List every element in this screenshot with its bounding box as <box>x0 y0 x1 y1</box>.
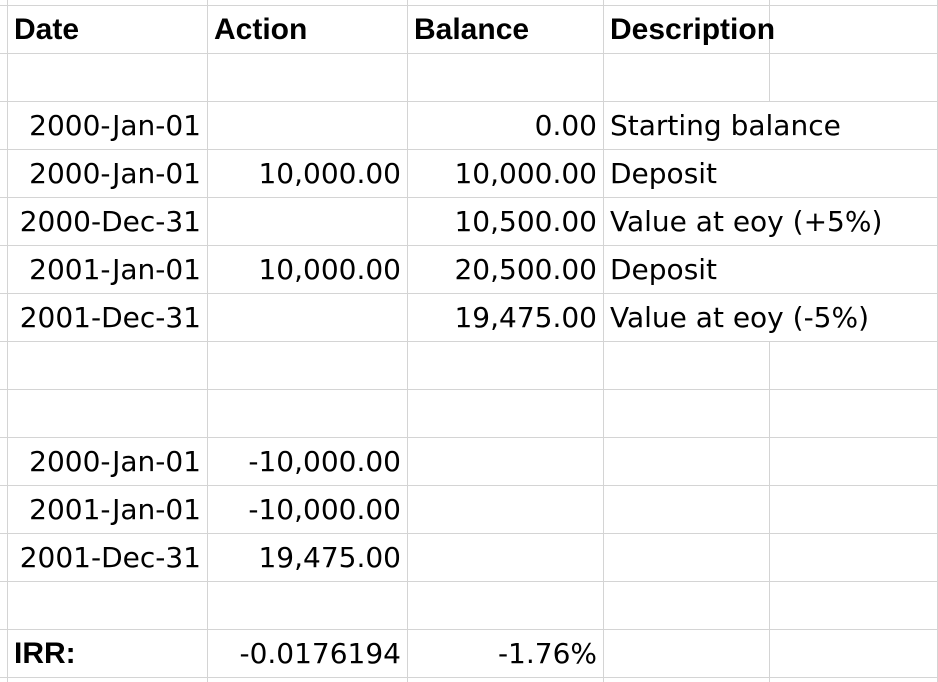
cell[interactable] <box>8 678 208 682</box>
cell[interactable] <box>208 342 408 390</box>
cell[interactable] <box>770 390 938 438</box>
header-balance[interactable]: Balance <box>408 6 604 54</box>
date-cell[interactable]: 2001-Dec-31 <box>8 294 208 342</box>
header-description[interactable]: Description <box>604 6 775 54</box>
cell[interactable] <box>8 342 208 390</box>
description-cell[interactable]: Starting balance <box>604 102 938 150</box>
description-cell[interactable]: Deposit <box>604 150 938 198</box>
irr-percent-cell[interactable]: -1.76% <box>408 630 604 678</box>
date-cell[interactable]: 2000-Jan-01 <box>8 150 208 198</box>
row-gutter <box>0 486 8 534</box>
cell[interactable] <box>8 582 208 630</box>
date-cell[interactable]: 2000-Dec-31 <box>8 198 208 246</box>
action-cell[interactable] <box>208 102 408 150</box>
date-cell[interactable]: 2001-Jan-01 <box>8 246 208 294</box>
cell[interactable] <box>604 54 770 102</box>
cell[interactable] <box>604 678 770 682</box>
cashflow-date-cell[interactable]: 2000-Jan-01 <box>8 438 208 486</box>
balance-cell[interactable]: 19,475.00 <box>408 294 604 342</box>
row-gutter <box>0 102 8 150</box>
cashflow-date-cell[interactable]: 2001-Dec-31 <box>8 534 208 582</box>
cell[interactable] <box>770 534 938 582</box>
cell[interactable] <box>208 54 408 102</box>
row-gutter <box>0 630 8 678</box>
cell-grid: Date Action Balance Description 2000-Jan… <box>0 0 938 682</box>
action-cell[interactable]: 10,000.00 <box>208 150 408 198</box>
cell[interactable] <box>408 678 604 682</box>
cell[interactable] <box>770 486 938 534</box>
cashflow-amount-cell[interactable]: 19,475.00 <box>208 534 408 582</box>
header-date[interactable]: Date <box>8 6 208 54</box>
cashflow-amount-cell[interactable]: -10,000.00 <box>208 486 408 534</box>
balance-cell[interactable]: 10,500.00 <box>408 198 604 246</box>
cell[interactable] <box>408 390 604 438</box>
cell[interactable] <box>770 630 938 678</box>
date-cell[interactable]: 2000-Jan-01 <box>8 102 208 150</box>
cell[interactable] <box>208 390 408 438</box>
cell[interactable] <box>604 486 770 534</box>
row-gutter <box>0 294 8 342</box>
action-cell[interactable] <box>208 294 408 342</box>
row-gutter <box>0 678 8 682</box>
cell[interactable] <box>604 534 770 582</box>
cell[interactable] <box>8 390 208 438</box>
irr-label[interactable]: IRR: <box>8 630 208 678</box>
header-action[interactable]: Action <box>208 6 408 54</box>
cashflow-date-cell[interactable]: 2001-Jan-01 <box>8 486 208 534</box>
description-cell[interactable]: Value at eoy (-5%) <box>604 294 938 342</box>
cell[interactable] <box>208 582 408 630</box>
action-cell[interactable] <box>208 198 408 246</box>
row-gutter <box>0 582 8 630</box>
balance-cell[interactable]: 0.00 <box>408 102 604 150</box>
row-gutter <box>0 438 8 486</box>
balance-cell[interactable]: 10,000.00 <box>408 150 604 198</box>
cell[interactable] <box>8 54 208 102</box>
row-gutter <box>0 534 8 582</box>
row-gutter <box>0 390 8 438</box>
row-gutter <box>0 6 8 54</box>
row-gutter <box>0 342 8 390</box>
description-cell[interactable]: Deposit <box>604 246 938 294</box>
cell[interactable] <box>408 582 604 630</box>
cell[interactable] <box>408 54 604 102</box>
cell[interactable] <box>604 438 770 486</box>
cashflow-amount-cell[interactable]: -10,000.00 <box>208 438 408 486</box>
cell[interactable] <box>604 342 770 390</box>
cell[interactable] <box>408 438 604 486</box>
cell[interactable] <box>770 54 938 102</box>
cell[interactable] <box>208 678 408 682</box>
cell[interactable] <box>408 342 604 390</box>
spreadsheet: Date Action Balance Description 2000-Jan… <box>0 0 938 682</box>
cell[interactable] <box>770 438 938 486</box>
cell[interactable] <box>408 486 604 534</box>
cell[interactable] <box>770 342 938 390</box>
cell[interactable] <box>604 582 770 630</box>
cell[interactable] <box>604 630 770 678</box>
row-gutter <box>0 246 8 294</box>
row-gutter <box>0 198 8 246</box>
cell[interactable] <box>770 678 938 682</box>
action-cell[interactable]: 10,000.00 <box>208 246 408 294</box>
cell[interactable] <box>408 534 604 582</box>
row-gutter <box>0 54 8 102</box>
balance-cell[interactable]: 20,500.00 <box>408 246 604 294</box>
cell[interactable] <box>770 582 938 630</box>
cell[interactable] <box>770 6 938 54</box>
description-cell[interactable]: Value at eoy (+5%) <box>604 198 938 246</box>
row-gutter <box>0 150 8 198</box>
cell[interactable] <box>604 390 770 438</box>
irr-value-cell[interactable]: -0.0176194 <box>208 630 408 678</box>
